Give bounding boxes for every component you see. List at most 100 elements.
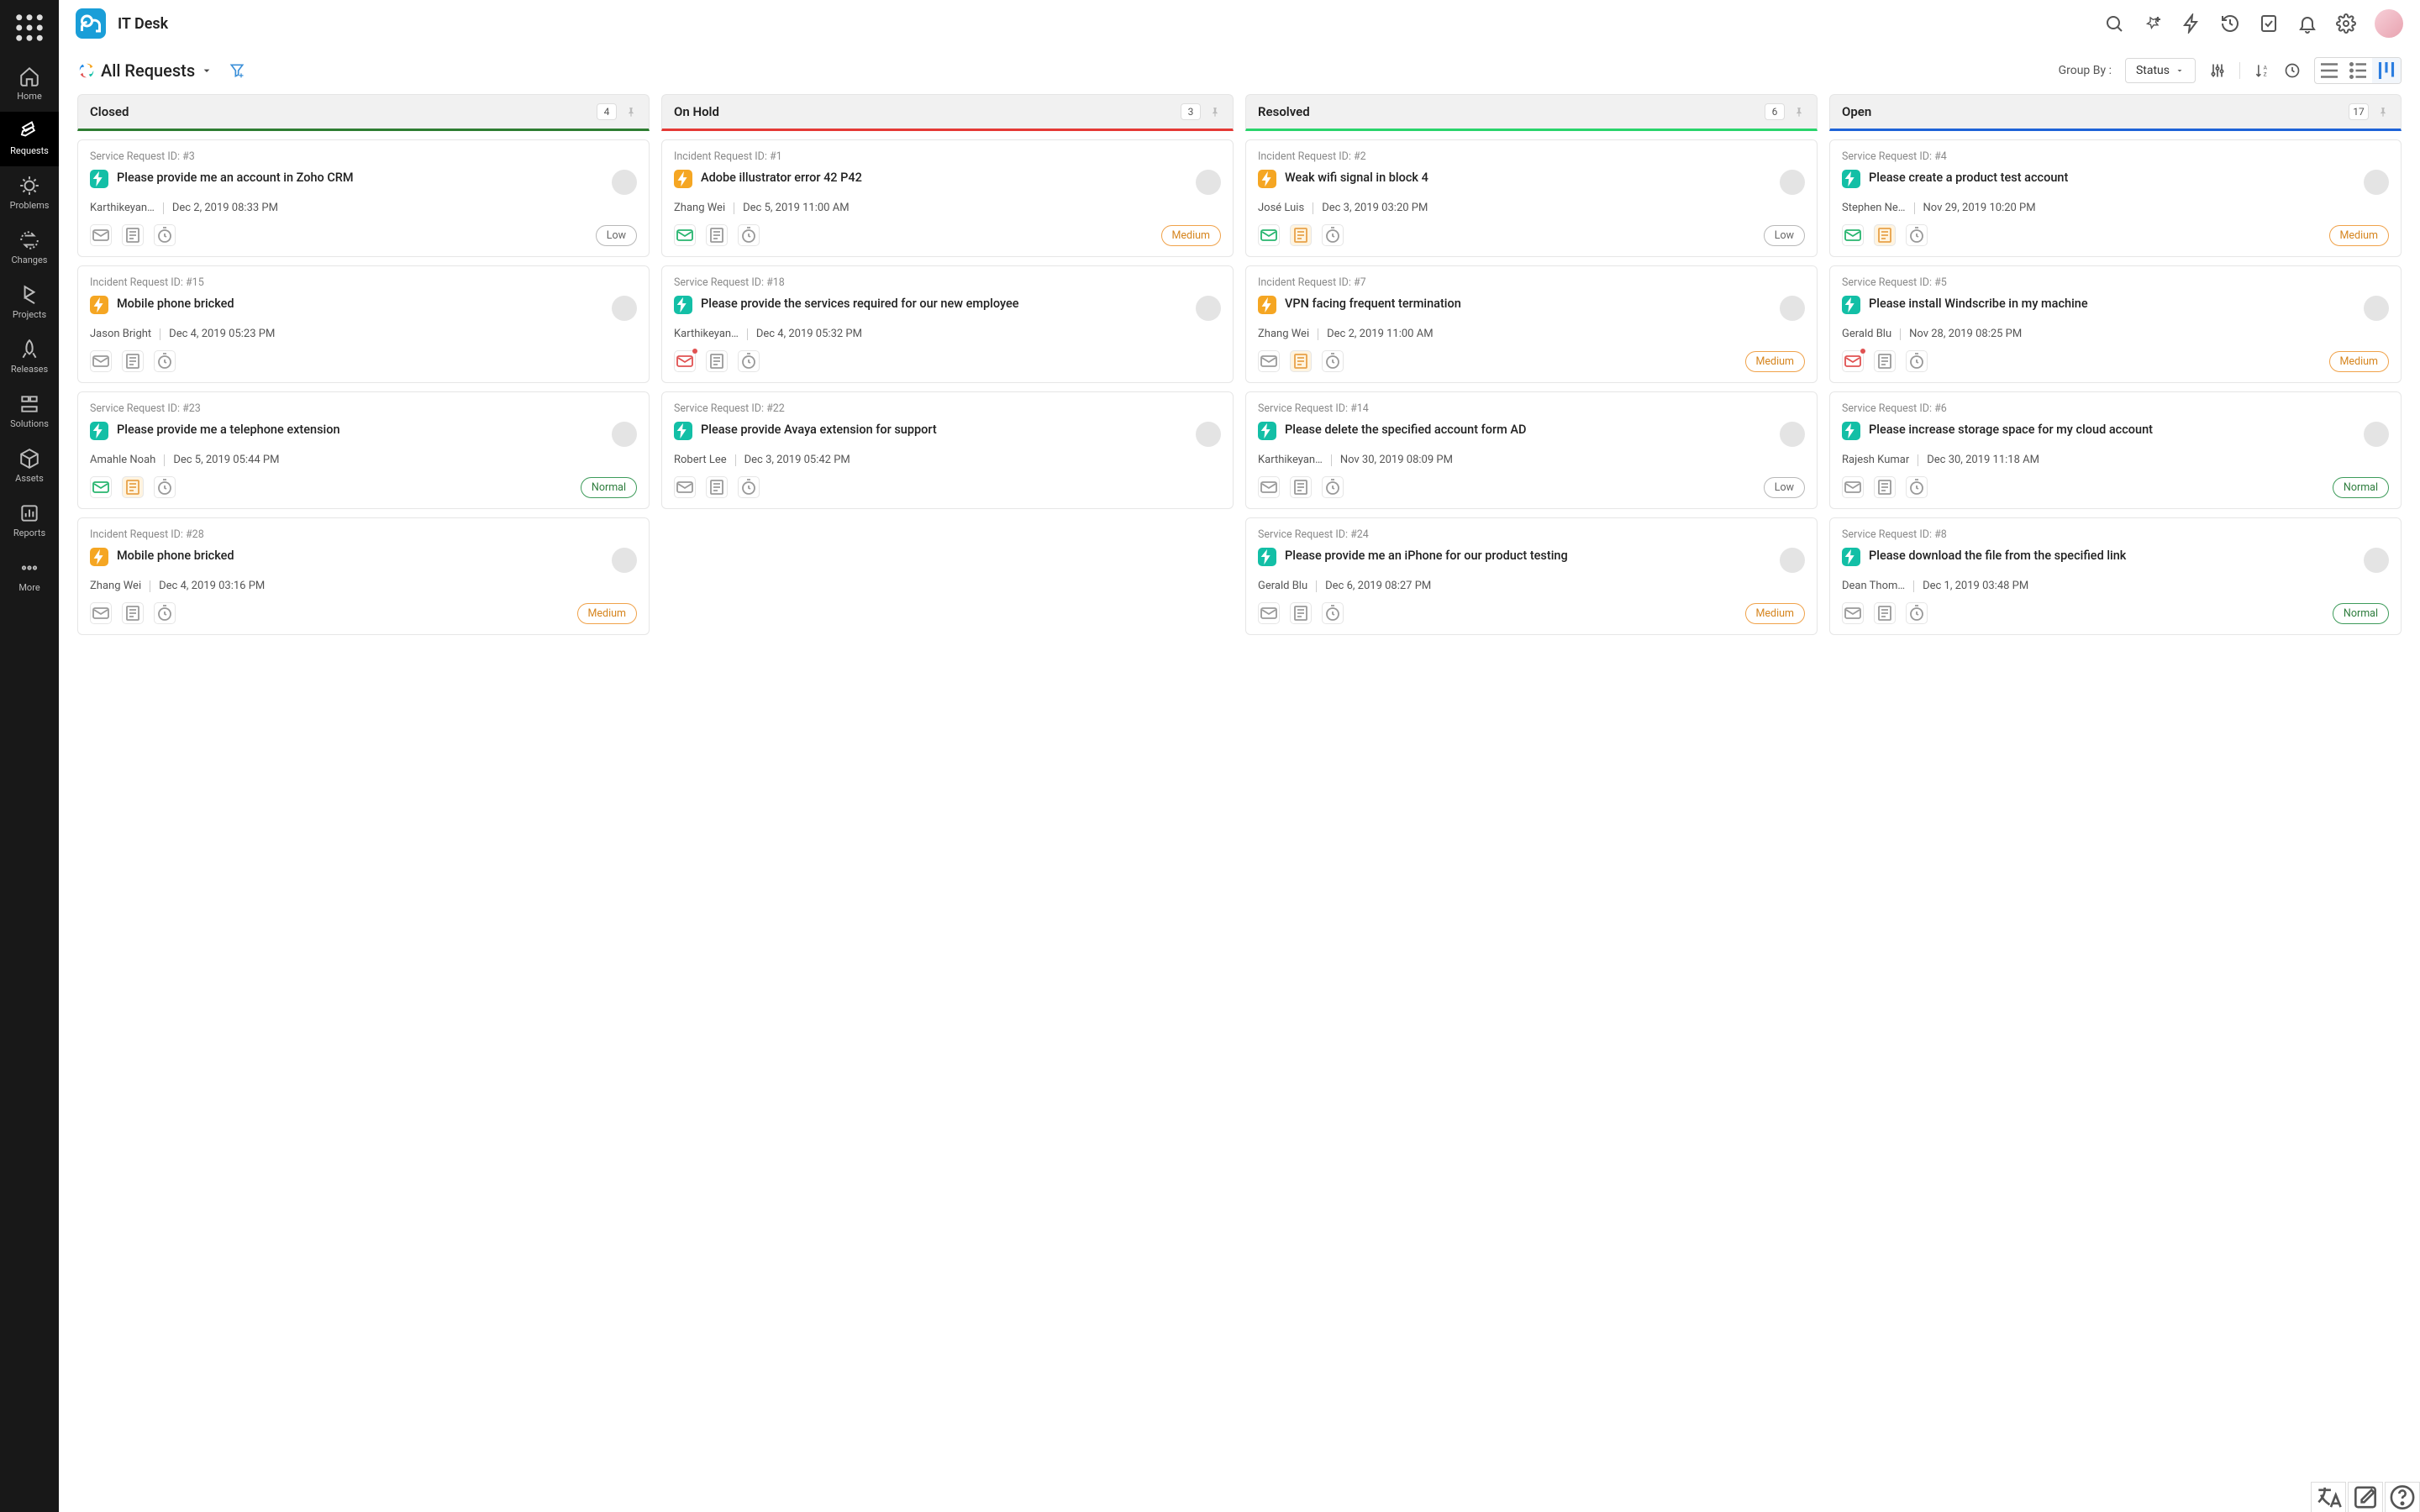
timer-icon[interactable] [738,224,760,246]
timer-icon[interactable] [1322,602,1344,624]
mail-icon[interactable] [1842,224,1864,246]
note-icon[interactable] [122,476,144,498]
sidebar-item-requests[interactable]: Requests [0,112,59,166]
timer-icon[interactable] [1906,602,1928,624]
note-icon[interactable] [1874,224,1896,246]
timer-icon[interactable] [154,476,176,498]
help-icon[interactable] [2385,1482,2420,1512]
timer-icon[interactable] [1906,350,1928,372]
group-by-select[interactable]: Status [2125,58,2196,83]
sidebar-item-home[interactable]: Home [0,57,59,112]
mail-icon[interactable] [1842,602,1864,624]
timer-icon[interactable] [154,602,176,624]
request-card[interactable]: Service Request ID: #24 Please provide m… [1245,517,1818,635]
note-icon[interactable] [706,476,728,498]
kanban-view-icon[interactable] [2372,58,2401,83]
priority-badge: Normal [2333,477,2389,498]
request-card[interactable]: Incident Request ID: #1 Adobe illustrato… [661,139,1234,257]
sliders-icon[interactable] [2209,62,2226,79]
gear-icon[interactable] [2336,13,2356,34]
note-icon[interactable] [1290,476,1312,498]
view-dropdown-caret-icon[interactable] [200,64,213,77]
request-card[interactable]: Incident Request ID: #15 Mobile phone br… [77,265,650,383]
timer-icon[interactable] [1322,476,1344,498]
filter-add-icon[interactable] [229,62,245,79]
language-icon[interactable] [2311,1482,2346,1512]
note-icon[interactable] [1290,350,1312,372]
search-icon[interactable] [2104,13,2124,34]
note-check-icon[interactable] [2259,13,2279,34]
timer-icon[interactable] [1906,224,1928,246]
request-date: Dec 1, 2019 03:48 PM [1923,580,2028,592]
bolt-icon[interactable] [2181,13,2202,34]
requester-avatar [1780,422,1805,447]
timer-icon[interactable] [738,476,760,498]
sort-az-icon[interactable]: AZ [2254,62,2270,79]
mail-icon[interactable] [1842,476,1864,498]
timer-icon[interactable] [1322,224,1344,246]
sidebar-item-assets[interactable]: Assets [0,439,59,494]
view-name[interactable]: All Requests [101,60,195,81]
bell-icon[interactable] [2297,13,2317,34]
list-view-icon[interactable] [2315,58,2344,83]
pin-icon[interactable] [625,106,637,118]
sidebar-item-changes[interactable]: Changes [0,221,59,276]
timer-icon[interactable] [738,350,760,372]
note-icon[interactable] [1874,476,1896,498]
request-card[interactable]: Service Request ID: #8 Please download t… [1829,517,2402,635]
mail-icon[interactable] [1842,350,1864,372]
history-icon[interactable] [2220,13,2240,34]
sidebar-item-reports[interactable]: Reports [0,494,59,549]
mail-icon[interactable] [1258,476,1280,498]
request-card[interactable]: Service Request ID: #6 Please increase s… [1829,391,2402,509]
mail-icon[interactable] [674,350,696,372]
sidebar-item-releases[interactable]: Releases [0,330,59,385]
mail-icon[interactable] [90,476,112,498]
sidebar-item-more[interactable]: More [0,549,59,603]
refresh-badge-icon[interactable] [2284,62,2301,79]
sidebar-item-solutions[interactable]: Solutions [0,385,59,439]
mail-icon[interactable] [90,350,112,372]
request-card[interactable]: Service Request ID: #23 Please provide m… [77,391,650,509]
request-card[interactable]: Incident Request ID: #2 Weak wifi signal… [1245,139,1818,257]
request-card[interactable]: Incident Request ID: #28 Mobile phone br… [77,517,650,635]
column-count: 17 [2349,103,2369,120]
timer-icon[interactable] [154,350,176,372]
mail-icon[interactable] [1258,224,1280,246]
pin-icon[interactable] [1209,106,1221,118]
note-icon[interactable] [1874,602,1896,624]
note-icon[interactable] [122,602,144,624]
request-card[interactable]: Incident Request ID: #7 VPN facing frequ… [1245,265,1818,383]
note-icon[interactable] [122,350,144,372]
note-icon[interactable] [1290,602,1312,624]
mail-icon[interactable] [90,602,112,624]
timer-icon[interactable] [1322,350,1344,372]
mail-icon[interactable] [1258,602,1280,624]
mail-icon[interactable] [674,476,696,498]
note-icon[interactable] [122,224,144,246]
request-card[interactable]: Service Request ID: #18 Please provide t… [661,265,1234,383]
mail-icon[interactable] [674,224,696,246]
detail-view-icon[interactable] [2344,58,2372,83]
mail-icon[interactable] [1258,350,1280,372]
note-icon[interactable] [1874,350,1896,372]
note-icon[interactable] [706,350,728,372]
pin-plus-icon[interactable] [2143,13,2163,34]
pin-icon[interactable] [2377,106,2389,118]
pin-icon[interactable] [1793,106,1805,118]
request-card[interactable]: Service Request ID: #22 Please provide A… [661,391,1234,509]
note-icon[interactable] [706,224,728,246]
apps-launcher-icon[interactable] [12,10,47,45]
request-card[interactable]: Service Request ID: #3 Please provide me… [77,139,650,257]
timer-icon[interactable] [1906,476,1928,498]
timer-icon[interactable] [154,224,176,246]
compose-icon[interactable] [2348,1482,2383,1512]
sidebar-item-projects[interactable]: Projects [0,276,59,330]
request-card[interactable]: Service Request ID: #5 Please install Wi… [1829,265,2402,383]
request-card[interactable]: Service Request ID: #14 Please delete th… [1245,391,1818,509]
request-card[interactable]: Service Request ID: #4 Please create a p… [1829,139,2402,257]
note-icon[interactable] [1290,224,1312,246]
user-avatar[interactable] [2375,9,2403,38]
sidebar-item-problems[interactable]: Problems [0,166,59,221]
mail-icon[interactable] [90,224,112,246]
